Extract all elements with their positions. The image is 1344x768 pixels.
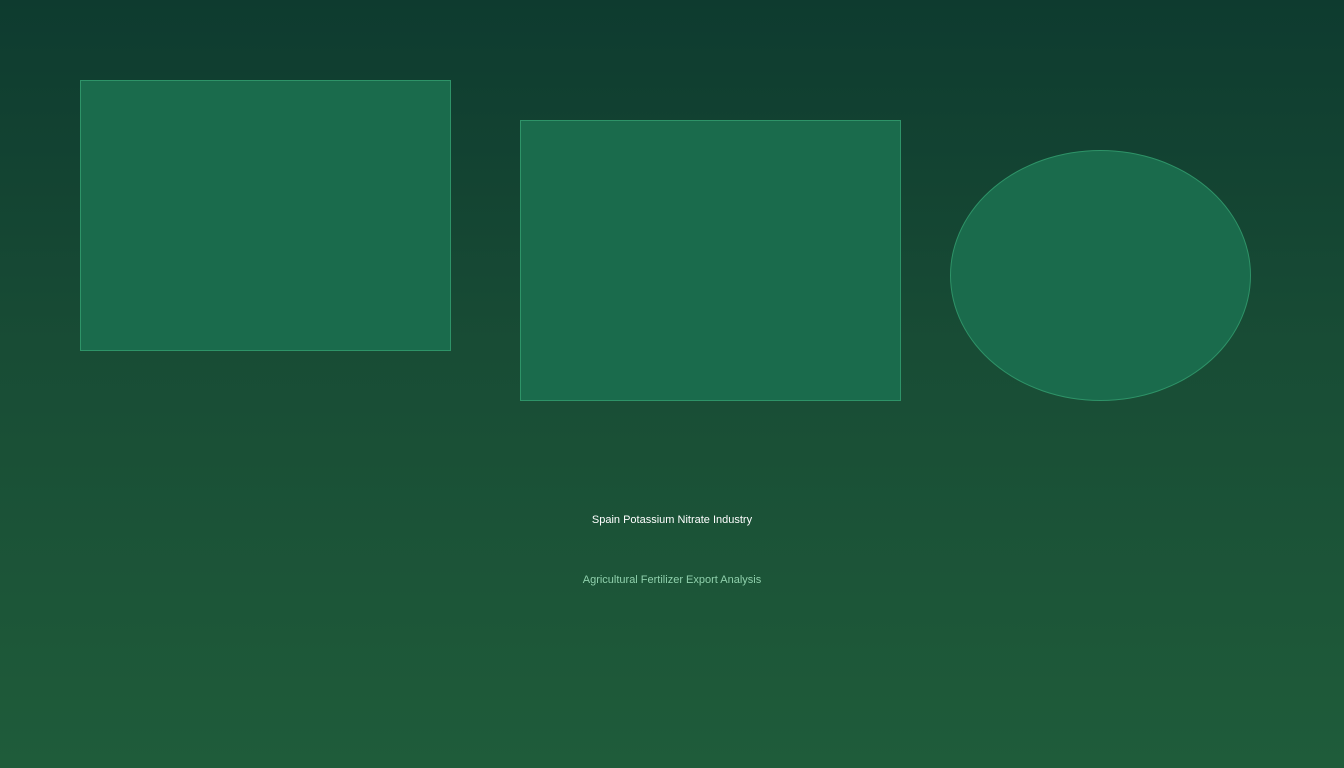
decorative-ellipse-right — [950, 150, 1251, 401]
decorative-rectangle-left — [80, 80, 451, 351]
page-subtitle: Agricultural Fertilizer Export Analysis — [582, 574, 762, 586]
page-title: Spain Potassium Nitrate Industry — [591, 514, 753, 526]
decorative-rectangle-center — [520, 120, 901, 401]
